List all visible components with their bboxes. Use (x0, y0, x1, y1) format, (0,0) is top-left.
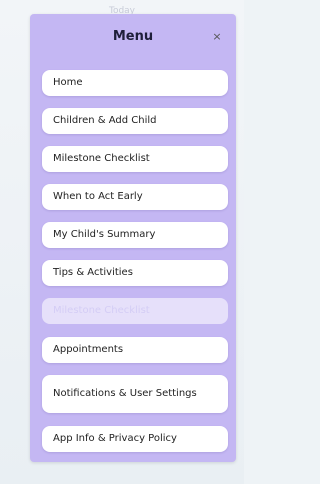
menu-item-when-to-act-early[interactable]: When to Act Early (42, 184, 228, 210)
menu-item-tips-activities[interactable]: Tips & Activities (42, 260, 228, 286)
menu-item-app-info-privacy[interactable]: App Info & Privacy Policy (42, 426, 228, 452)
menu-item-children-add-child[interactable]: Children & Add Child (42, 108, 228, 134)
menu-header: Menu × (30, 14, 236, 60)
menu-item-my-childs-summary[interactable]: My Child's Summary (42, 222, 228, 248)
close-icon[interactable]: × (210, 30, 224, 44)
menu-panel: Menu × Home Children & Add Child Milesto… (30, 14, 236, 462)
menu-item-appointments[interactable]: Appointments (42, 337, 228, 363)
menu-item-notifications-user-settings[interactable]: Notifications & User Settings (42, 375, 228, 413)
menu-item-milestone-checklist[interactable]: Milestone Checklist (42, 146, 228, 172)
menu-item-faded[interactable]: Milestone Checklist (42, 298, 228, 324)
menu-title: Menu (112, 29, 154, 44)
menu-item-home[interactable]: Home (42, 70, 228, 96)
